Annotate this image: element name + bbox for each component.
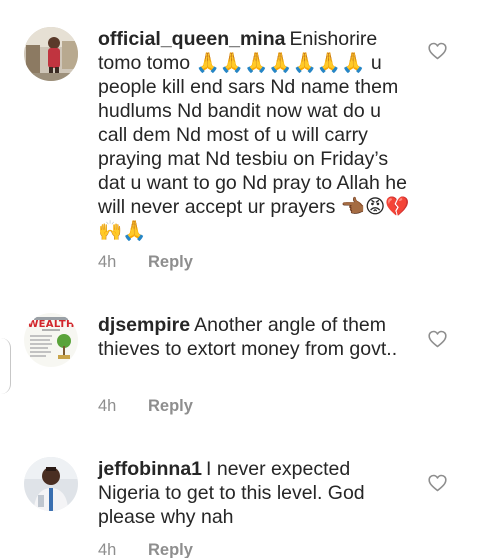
comment-username[interactable]: jeffobinna1 [98, 458, 202, 480]
reply-button[interactable]: Reply [148, 253, 193, 271]
comment-timestamp: 4h [98, 253, 117, 271]
user-photo-icon [24, 27, 78, 81]
comment-timestamp: 4h [98, 541, 117, 558]
avatar[interactable] [24, 27, 78, 81]
comment-username[interactable]: djsempire [98, 314, 190, 336]
comment-body: official_queen_mina Enishorire tomo tomo … [98, 27, 410, 243]
heart-icon [428, 42, 447, 60]
like-button[interactable] [428, 474, 447, 492]
avatar[interactable] [24, 457, 78, 511]
like-button[interactable] [428, 330, 447, 348]
avatar-wordmark: WEALTH [27, 319, 75, 330]
comment-meta: 4h Reply [98, 253, 193, 272]
comment-body: jeffobinna1 I never expected Nigeria to g… [98, 457, 410, 529]
comment-body: djsempire Another angle of them thieves t… [98, 313, 410, 361]
like-button[interactable] [428, 42, 447, 60]
scroll-edge-indicator [0, 338, 11, 394]
avatar[interactable]: WEALTH [24, 313, 78, 367]
comment-text: Enishorire tomo tomo 🙏🙏🙏🙏🙏🙏🙏 u people ki… [98, 28, 410, 242]
comment-timestamp: 4h [98, 397, 117, 415]
heart-icon [428, 330, 447, 348]
reply-button[interactable]: Reply [148, 541, 193, 558]
comment-username[interactable]: official_queen_mina [98, 28, 285, 50]
comment-meta: 4h Reply [98, 541, 193, 558]
reply-button[interactable]: Reply [148, 397, 193, 415]
comment-meta: 4h Reply [98, 397, 193, 416]
user-photo-icon [24, 457, 78, 511]
heart-icon [428, 474, 447, 492]
